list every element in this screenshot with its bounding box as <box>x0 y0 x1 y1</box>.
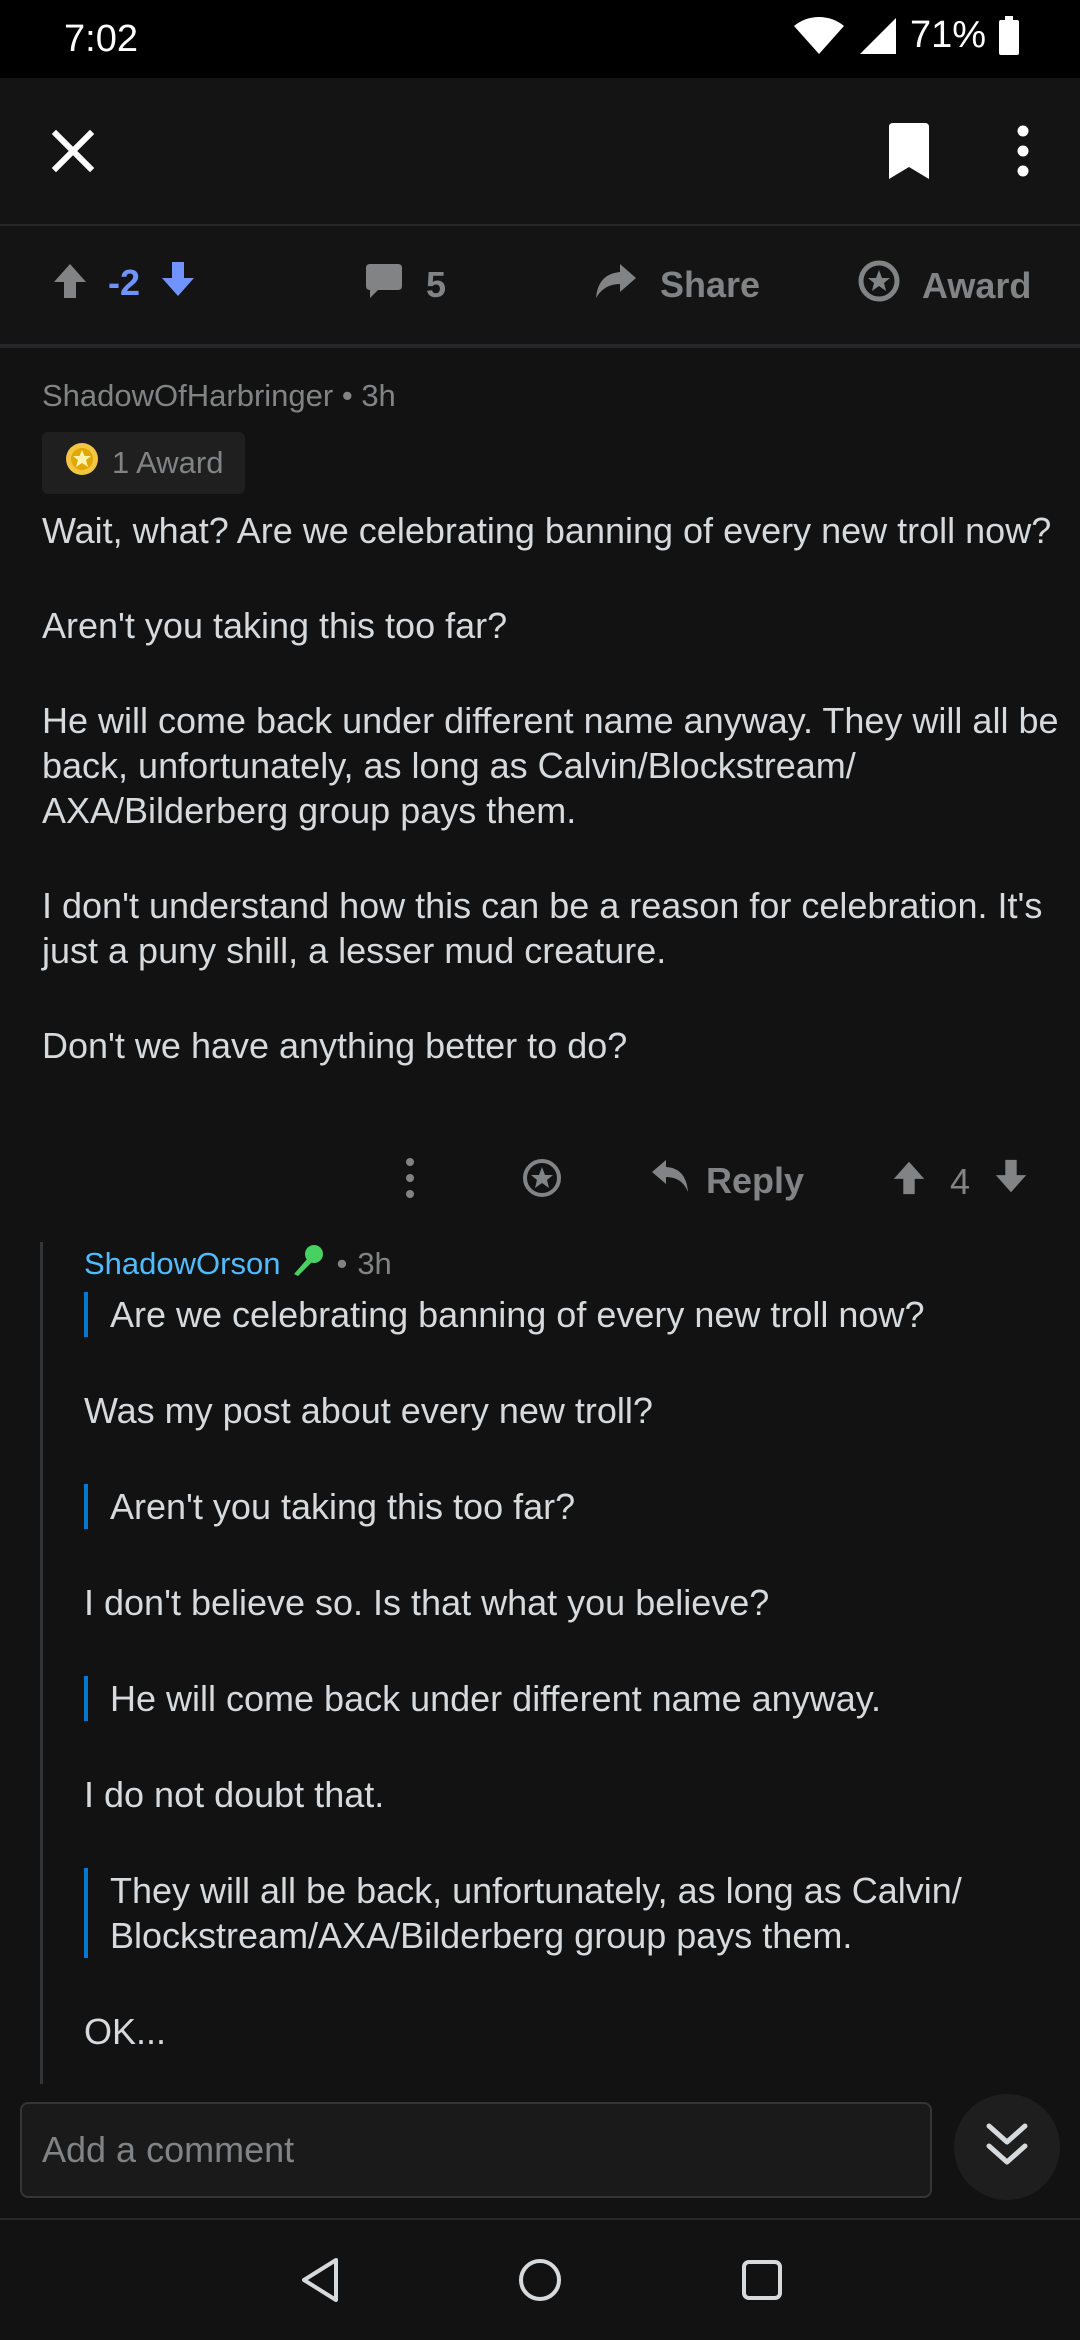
award-chip[interactable]: 1 Award <box>42 432 246 494</box>
share-icon <box>594 260 638 309</box>
reply-paragraph: I don't believe so. Is that what you bel… <box>84 1582 770 1623</box>
post-vote-group: -2 <box>50 260 198 305</box>
comment-meta: ShadowOfHarbringer • 3h <box>42 378 1062 414</box>
comment-paragraph: I don't understand how this can be a rea… <box>42 885 1043 971</box>
blockquote: He will come back under different name a… <box>84 1676 1064 1721</box>
close-button[interactable] <box>40 120 106 186</box>
home-button[interactable] <box>508 2250 572 2314</box>
blockquote: Are we celebrating banning of every new … <box>84 1292 1064 1337</box>
award-chip-label: 1 Award <box>112 445 224 480</box>
system-nav-bar <box>0 2218 1080 2340</box>
comment: ShadowOfHarbringer • 3h 1 Award Wait, wh… <box>42 378 1062 1068</box>
bookmark-button[interactable] <box>876 120 942 186</box>
reply-time: 3h <box>357 1246 392 1281</box>
reply-body: Are we celebrating banning of every new … <box>84 1292 1064 2054</box>
home-circle-icon <box>517 2257 563 2308</box>
comment-paragraph: Wait, what? Are we celebrating banning o… <box>42 510 1052 551</box>
comment-paragraph: Don't we have anything better to do? <box>42 1025 628 1066</box>
comment-body: Wait, what? Are we celebrating banning o… <box>42 508 1062 1068</box>
post-action-bar: -2 5 Share Award <box>0 226 1080 348</box>
comment-time: 3h <box>361 378 396 413</box>
battery-icon <box>998 15 1020 56</box>
more-options-button[interactable] <box>990 120 1056 186</box>
recents-square-icon <box>740 2258 784 2307</box>
award-icon <box>522 1158 562 1207</box>
status-time: 7:02 <box>64 18 138 60</box>
comment-actions: Reply 4 <box>0 1148 1080 1212</box>
meta-separator: • <box>341 378 353 413</box>
meta-separator: • <box>336 1246 348 1281</box>
blockquote: They will all be back, unfortunately, as… <box>84 1868 1064 1958</box>
comments-button[interactable]: 5 <box>364 260 446 309</box>
battery-percent: 71% <box>909 14 986 56</box>
comment-bar: Add a comment <box>0 2084 1080 2218</box>
reply-label: Reply <box>706 1159 805 1201</box>
comment-author[interactable]: ShadowOfHarbringer <box>42 378 333 413</box>
app-bar <box>0 78 1080 226</box>
comment-upvote-button[interactable] <box>890 1158 928 1205</box>
comment-score: 4 <box>950 1160 971 1202</box>
more-vertical-icon <box>1016 125 1030 182</box>
award-badge-icon <box>64 441 100 485</box>
reply-icon <box>650 1158 690 1203</box>
comment-icon <box>364 260 404 309</box>
add-comment-placeholder: Add a comment <box>42 2129 295 2170</box>
comment-more-button[interactable] <box>404 1156 416 1200</box>
reply-paragraph: OK... <box>84 2011 167 2052</box>
reply-button[interactable]: Reply <box>650 1158 804 1203</box>
award-icon <box>858 260 900 311</box>
double-chevron-down-icon <box>985 2122 1029 2173</box>
comment-award-button[interactable] <box>522 1158 562 1207</box>
bookmark-icon <box>885 122 933 184</box>
blockquote: Aren't you taking this too far? <box>84 1484 1064 1529</box>
jump-to-next-button[interactable] <box>954 2094 1060 2200</box>
comment-paragraph: Aren't you taking this too far? <box>42 605 508 646</box>
reply-paragraph: I do not doubt that. <box>84 1774 385 1815</box>
downvote-button[interactable] <box>158 260 198 305</box>
reply-comment: ShadowOrson • 3h Are we celebrating bann… <box>84 1242 1064 2054</box>
add-comment-input[interactable]: Add a comment <box>20 2102 932 2198</box>
recents-button[interactable] <box>730 2250 794 2314</box>
status-icons: 71% <box>792 14 1020 57</box>
comment-vote-group: 4 <box>890 1158 1030 1205</box>
award-label: Award <box>922 264 1032 306</box>
back-button[interactable] <box>288 2250 352 2314</box>
cell-signal-icon <box>858 16 898 56</box>
comment-paragraph: He will come back under different name a… <box>42 700 1059 831</box>
comment-downvote-button[interactable] <box>992 1158 1030 1205</box>
back-triangle-icon <box>298 2256 342 2309</box>
reply-author[interactable]: ShadowOrson <box>84 1246 280 1282</box>
wifi-icon <box>792 16 846 56</box>
reply-paragraph: Was my post about every new troll? <box>84 1390 653 1431</box>
status-bar: 7:02 71% <box>0 0 1080 78</box>
upvote-button[interactable] <box>50 260 90 305</box>
post-score: -2 <box>108 261 141 303</box>
close-icon <box>51 129 95 178</box>
award-button[interactable]: Award <box>858 260 1031 311</box>
mod-mic-icon <box>290 1242 326 1286</box>
thread-line[interactable] <box>40 1242 43 2084</box>
share-button[interactable]: Share <box>594 260 760 309</box>
reply-meta: ShadowOrson • 3h <box>84 1242 1064 1286</box>
share-label: Share <box>660 263 761 305</box>
comments-count: 5 <box>426 263 447 305</box>
